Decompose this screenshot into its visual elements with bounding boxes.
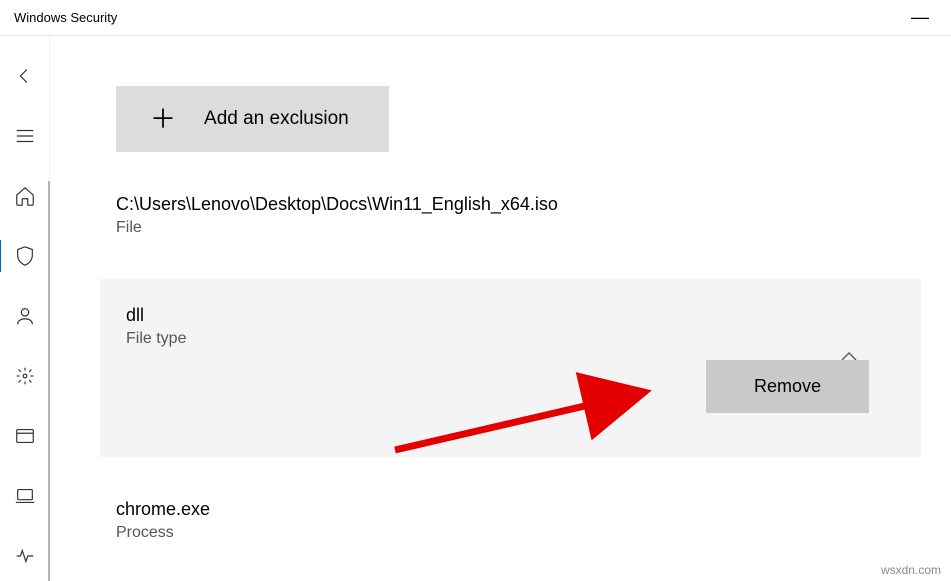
firewall-icon <box>14 365 36 387</box>
exclusion-item-file[interactable]: C:\Users\Lenovo\Desktop\Docs\Win11_Engli… <box>116 194 921 237</box>
exclusion-item-process[interactable]: chrome.exe Process <box>116 499 921 542</box>
home-icon <box>14 185 36 207</box>
menu-button[interactable] <box>1 124 49 148</box>
sidebar-item-firewall[interactable] <box>1 364 49 388</box>
watermark: wsxdn.com <box>881 563 941 577</box>
add-exclusion-button[interactable]: ＋ Add an exclusion <box>116 86 389 152</box>
exclusion-title: chrome.exe <box>116 499 921 520</box>
sidebar <box>0 36 50 581</box>
minimize-button[interactable]: — <box>903 7 937 28</box>
app-browser-icon <box>14 425 36 447</box>
sidebar-item-app-browser[interactable] <box>1 424 49 448</box>
back-arrow-icon <box>14 65 36 87</box>
sidebar-item-health[interactable] <box>1 544 49 568</box>
sidebar-item-account[interactable] <box>1 304 49 328</box>
window-title: Windows Security <box>14 10 117 25</box>
back-button[interactable] <box>1 64 49 88</box>
sidebar-item-home[interactable] <box>1 184 49 208</box>
exclusion-type: File <box>116 219 921 237</box>
exclusion-title: dll <box>126 305 895 326</box>
shield-icon <box>14 245 36 267</box>
exclusion-item-filetype-expanded[interactable]: dll File type Remove <box>100 279 921 457</box>
account-icon <box>14 305 36 327</box>
sidebar-item-device-security[interactable] <box>1 484 49 508</box>
exclusion-type: Process <box>116 524 921 542</box>
exclusion-type: File type <box>126 330 895 348</box>
remove-button[interactable]: Remove <box>706 360 869 413</box>
sidebar-item-virus-protection[interactable] <box>1 244 49 268</box>
health-icon <box>14 545 36 567</box>
app-body: ＋ Add an exclusion C:\Users\Lenovo\Deskt… <box>0 36 951 581</box>
exclusion-title: C:\Users\Lenovo\Desktop\Docs\Win11_Engli… <box>116 194 921 215</box>
titlebar: Windows Security — <box>0 0 951 36</box>
hamburger-icon <box>14 125 36 147</box>
add-exclusion-label: Add an exclusion <box>204 108 349 130</box>
content-area: ＋ Add an exclusion C:\Users\Lenovo\Deskt… <box>50 36 951 581</box>
device-icon <box>14 485 36 507</box>
